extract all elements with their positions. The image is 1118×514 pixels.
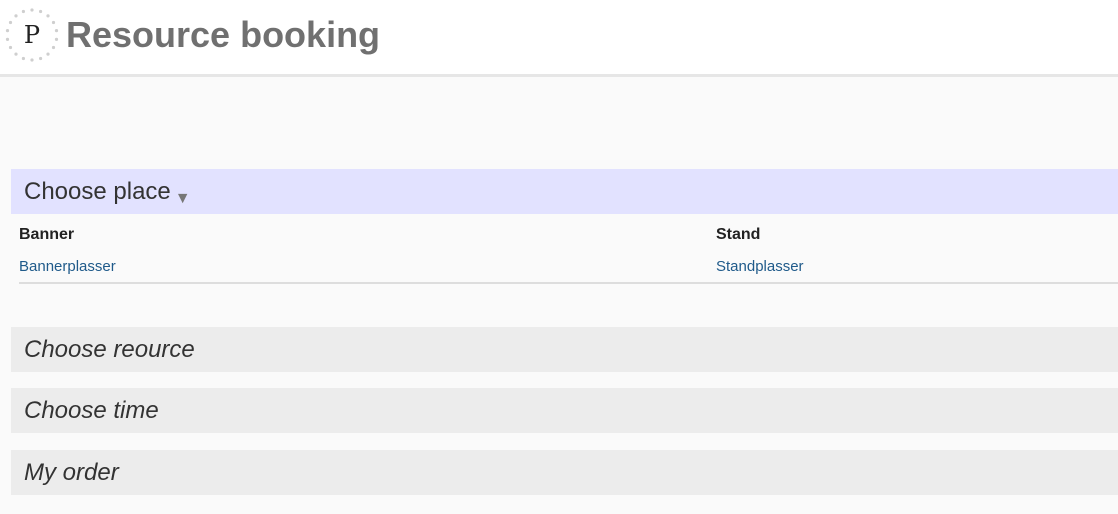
section-choose-resource-header[interactable]: Choose reource xyxy=(11,327,1118,372)
place-table: Banner Bannerplasser Stand Standplasser xyxy=(19,220,1118,284)
place-link-bannerplasser[interactable]: Bannerplasser xyxy=(19,254,116,280)
section-choose-place-label: Choose place xyxy=(24,178,171,205)
place-column-banner: Banner Bannerplasser xyxy=(19,220,116,280)
app-header: P Resource booking xyxy=(0,0,1118,77)
section-my-order-header[interactable]: My order xyxy=(11,450,1118,495)
place-column-header: Banner xyxy=(19,226,75,243)
section-my-order-label: My order xyxy=(24,459,119,486)
section-choose-place-header[interactable]: Choose place ▼ xyxy=(11,169,1118,214)
section-choose-resource-label: Choose reource xyxy=(24,336,195,363)
place-column-stand: Stand Standplasser xyxy=(716,220,804,280)
page-title: Resource booking xyxy=(66,14,381,55)
logo: P xyxy=(4,7,60,63)
logo-letter: P xyxy=(23,21,41,49)
place-column-header: Stand xyxy=(716,226,761,243)
section-choose-time-label: Choose time xyxy=(24,397,159,424)
caret-down-icon: ▼ xyxy=(174,190,191,207)
place-link-standplasser[interactable]: Standplasser xyxy=(716,254,804,280)
section-choose-time-header[interactable]: Choose time xyxy=(11,388,1118,433)
